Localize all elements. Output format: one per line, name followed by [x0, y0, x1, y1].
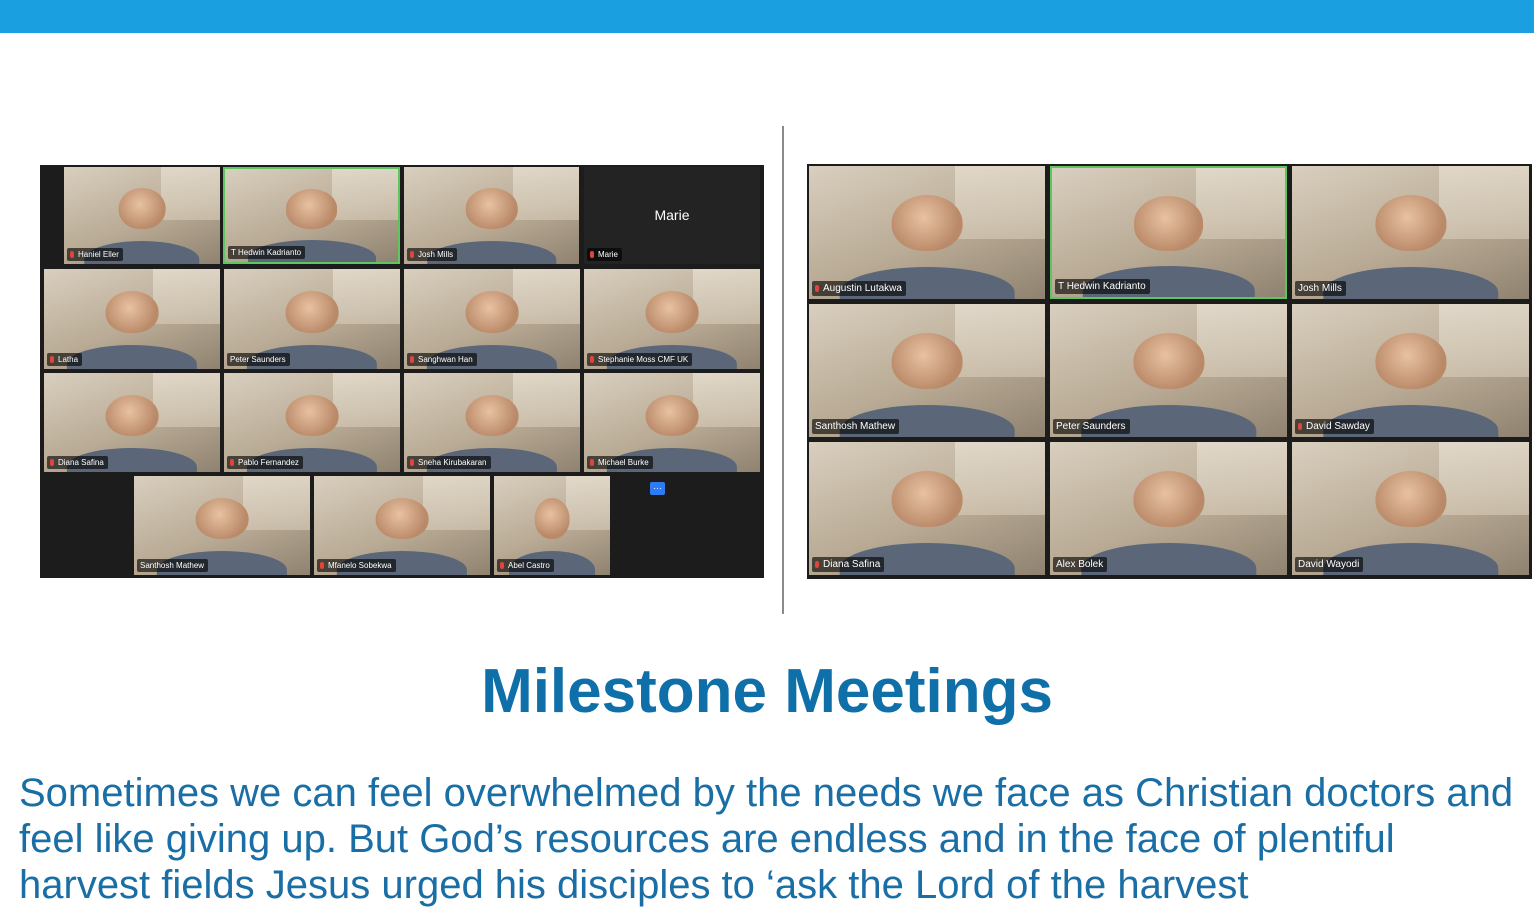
muted-mic-icon [590, 459, 594, 466]
participant-tile[interactable]: Peter Saunders [224, 269, 400, 369]
ellipsis-icon: … [653, 481, 662, 491]
participant-name-tag: David Sawday [1295, 419, 1374, 434]
participant-tile[interactable]: Diana Safina [809, 442, 1045, 575]
participant-name-tag: Pablo Fernandez [227, 456, 303, 469]
muted-mic-icon [1298, 423, 1302, 430]
muted-mic-icon [410, 251, 414, 258]
more-options-button[interactable]: … [650, 482, 665, 495]
video-off-name: Marie [654, 207, 690, 223]
muted-mic-icon [410, 356, 414, 363]
participant-name-tag: Mfanelo Sobekwa [317, 559, 396, 572]
grid-divider [782, 126, 784, 614]
participant-name-tag: Haniel Eller [67, 248, 123, 261]
participant-tile[interactable]: Stephanie Moss CMF UK [584, 269, 760, 369]
participant-tile[interactable]: Augustin Lutakwa [809, 166, 1045, 299]
participant-tile[interactable]: Mfanelo Sobekwa [314, 476, 490, 575]
participant-name-tag: Santhosh Mathew [137, 559, 209, 572]
muted-mic-icon [50, 459, 54, 466]
participant-tile[interactable]: Haniel Eller [64, 167, 220, 264]
participant-tile[interactable]: Diana Safina [44, 373, 220, 472]
participant-tile[interactable]: Santhosh Mathew [134, 476, 310, 575]
muted-mic-icon [500, 562, 504, 569]
participant-name-tag: Sneha Kirubakaran [407, 456, 491, 469]
top-banner [0, 0, 1534, 33]
left-meeting-gallery: Haniel Eller T Hedwin Kadrianto Josh Mil… [40, 165, 764, 578]
muted-mic-icon [815, 285, 819, 292]
participant-name-tag: Sanghwan Han [407, 353, 477, 366]
participant-tile-active-speaker[interactable]: T Hedwin Kadrianto [1050, 166, 1287, 299]
participant-tile[interactable]: Sanghwan Han [404, 269, 580, 369]
participant-tile[interactable]: Sneha Kirubakaran [404, 373, 580, 472]
participant-tile[interactable]: Alex Bolek [1050, 442, 1287, 575]
participant-name-tag: T Hedwin Kadrianto [228, 246, 306, 259]
participant-name-tag: Diana Safina [47, 456, 108, 469]
participant-name-tag: Michael Burke [587, 456, 653, 469]
participant-name-tag: Stephanie Moss CMF UK [587, 353, 693, 366]
participant-tile[interactable]: Josh Mills [1292, 166, 1529, 299]
participant-tile[interactable]: Santhosh Mathew [809, 304, 1045, 437]
participant-name-tag: Josh Mills [407, 248, 458, 261]
participant-name-tag: Diana Safina [812, 557, 885, 572]
right-meeting-gallery: Augustin Lutakwa T Hedwin Kadrianto Josh… [807, 164, 1532, 579]
participant-name-tag: Santhosh Mathew [812, 419, 900, 434]
participant-name-tag: Alex Bolek [1053, 557, 1108, 572]
muted-mic-icon [50, 356, 54, 363]
participant-name-tag: Josh Mills [1295, 281, 1346, 296]
participant-name-tag: David Wayodi [1295, 557, 1364, 572]
participant-tile[interactable]: David Sawday [1292, 304, 1529, 437]
participant-name-tag: Abel Castro [497, 559, 554, 572]
participant-tile[interactable]: David Wayodi [1292, 442, 1529, 575]
muted-mic-icon [70, 251, 74, 258]
body-paragraph: Sometimes we can feel overwhelmed by the… [19, 771, 1514, 907]
participant-tile[interactable]: Michael Burke [584, 373, 760, 472]
muted-mic-icon [410, 459, 414, 466]
page-title: Milestone Meetings [481, 657, 1053, 726]
participant-tile-active-speaker[interactable]: T Hedwin Kadrianto [223, 167, 400, 264]
participant-name-tag: T Hedwin Kadrianto [1055, 279, 1150, 294]
participant-name-tag: Marie [587, 248, 623, 261]
participant-tile[interactable]: Pablo Fernandez [224, 373, 400, 472]
muted-mic-icon [590, 251, 594, 258]
participant-name-tag: Latha [47, 353, 83, 366]
participant-tile-video-off[interactable]: Marie Marie [584, 167, 760, 264]
muted-mic-icon [590, 356, 594, 363]
participant-name-tag: Augustin Lutakwa [812, 281, 906, 296]
muted-mic-icon [815, 561, 819, 568]
participant-name-tag: Peter Saunders [1053, 419, 1130, 434]
participant-tile[interactable]: Peter Saunders [1050, 304, 1287, 437]
muted-mic-icon [320, 562, 324, 569]
participant-tile[interactable]: Josh Mills [404, 167, 579, 264]
participant-name-tag: Peter Saunders [227, 353, 290, 366]
participant-tile[interactable]: Abel Castro [494, 476, 610, 575]
muted-mic-icon [230, 459, 234, 466]
participant-tile[interactable]: Latha [44, 269, 220, 369]
